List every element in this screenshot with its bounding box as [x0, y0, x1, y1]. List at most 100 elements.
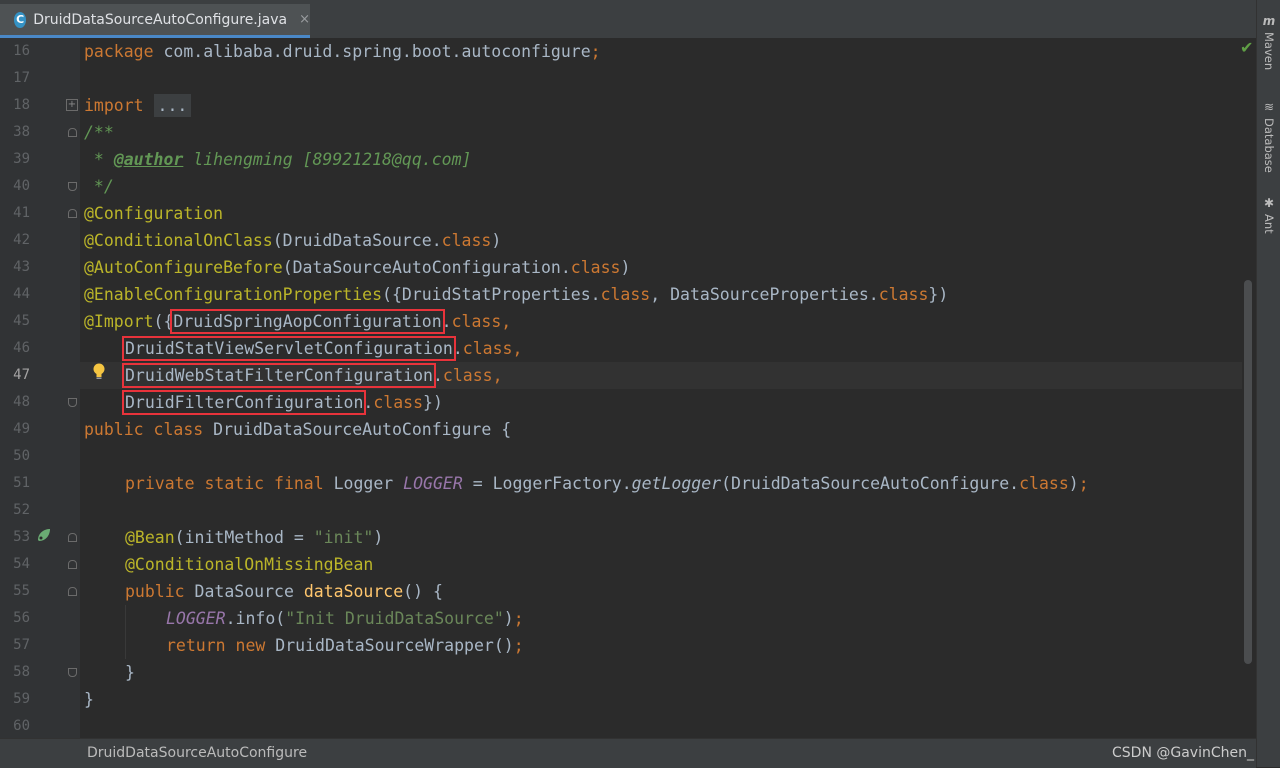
code-text: @Configuration [84, 204, 224, 223]
lightbulb-icon[interactable] [92, 362, 106, 380]
code-text: /** [84, 123, 114, 142]
line-number: 18 [13, 97, 30, 113]
line-number: 39 [13, 151, 30, 167]
inspection-ok-icon[interactable]: ✔ [1240, 38, 1253, 57]
fold-icon[interactable] [68, 209, 77, 218]
breadcrumb-bar: DruidDataSourceAutoConfigure CSDN @Gavin… [0, 738, 1256, 768]
line-number: 40 [13, 178, 30, 194]
line-number: 17 [13, 70, 30, 86]
code-line[interactable]: 51 private static final Logger LOGGER = … [0, 470, 1280, 497]
fold-icon[interactable] [68, 587, 77, 596]
code-line[interactable]: 50 [0, 443, 1280, 470]
line-number: 47 [13, 367, 30, 383]
line-number: 54 [13, 556, 30, 572]
line-number: 16 [13, 43, 30, 59]
fold-icon[interactable] [68, 128, 77, 137]
code-text: import ... [84, 92, 192, 119]
highlighted-class-name: DruidWebStatFilterConfiguration [122, 363, 436, 388]
java-class-icon: C [14, 11, 27, 28]
fold-expand-icon[interactable]: + [66, 99, 78, 111]
fold-icon[interactable] [68, 533, 77, 542]
right-tool-window-bar: m Maven ≋ Database ✱ Ant [1256, 0, 1280, 767]
code-line[interactable]: 42 @ConditionalOnClass(DruidDataSource.c… [0, 227, 1280, 254]
watermark: CSDN @GavinChen_ [1112, 745, 1254, 761]
code-line[interactable]: 58 } [0, 659, 1280, 686]
code-line[interactable]: 17 [0, 65, 1280, 92]
ant-label: Ant [1262, 214, 1276, 234]
code-text: public class DruidDataSourceAutoConfigur… [84, 420, 512, 439]
maven-panel-button[interactable]: m Maven [1257, 14, 1280, 70]
code-text: public DataSource dataSource() { [125, 582, 443, 601]
line-number: 45 [13, 313, 30, 329]
code-text: DruidStatViewServletConfiguration.class, [122, 336, 523, 361]
ant-panel-button[interactable]: ✱ Ant [1257, 196, 1280, 234]
code-line[interactable]: 40 */ [0, 173, 1280, 200]
code-text: package com.alibaba.druid.spring.boot.au… [84, 42, 601, 61]
code-line[interactable]: 53 @Bean(initMethod = "init") [0, 524, 1280, 551]
fold-icon[interactable] [68, 398, 77, 407]
code-text: @AutoConfigureBefore(DataSourceAutoConfi… [84, 258, 631, 277]
highlighted-class-name: DruidFilterConfiguration [121, 390, 367, 415]
code-text: @ConditionalOnClass(DruidDataSource.clas… [84, 231, 502, 250]
line-number: 53 [13, 529, 30, 545]
tab-filename: DruidDataSourceAutoConfigure.java [33, 11, 288, 28]
code-line[interactable]: 46 DruidStatViewServletConfiguration.cla… [0, 335, 1280, 362]
database-icon: ≋ [1263, 100, 1275, 114]
fold-icon[interactable] [68, 182, 77, 191]
line-number: 59 [13, 691, 30, 707]
scrollbar-thumb[interactable] [1244, 280, 1252, 664]
code-line[interactable]: 55 public DataSource dataSource() { [0, 578, 1280, 605]
maven-icon: m [1262, 14, 1276, 28]
code-text: DruidWebStatFilterConfiguration.class, [122, 363, 503, 388]
fold-icon[interactable] [68, 668, 77, 677]
code-line[interactable]: 54 @ConditionalOnMissingBean [0, 551, 1280, 578]
code-line[interactable]: 38 /** [0, 119, 1280, 146]
code-line[interactable]: 56 LOGGER.info("Init DruidDataSource"); [0, 605, 1280, 632]
code-text: } [125, 663, 135, 682]
code-line[interactable]: 43 @AutoConfigureBefore(DataSourceAutoCo… [0, 254, 1280, 281]
code-text: private static final Logger LOGGER = Log… [125, 474, 1089, 493]
code-line[interactable]: 39 * @author lihengming [89921218@qq.com… [0, 146, 1280, 173]
code-text: @Bean(initMethod = "init") [125, 528, 384, 547]
code-text: LOGGER.info("Init DruidDataSource"); [166, 609, 524, 628]
code-line[interactable]: 59 } [0, 686, 1280, 713]
code-line[interactable]: 44 @EnableConfigurationProperties({Druid… [0, 281, 1280, 308]
highlighted-class-name: DruidSpringAopConfiguration [170, 309, 445, 334]
code-line[interactable]: 49 public class DruidDataSourceAutoConfi… [0, 416, 1280, 443]
line-number: 42 [13, 232, 30, 248]
line-number: 58 [13, 664, 30, 680]
editor-tab[interactable]: C DruidDataSourceAutoConfigure.java × [0, 4, 310, 38]
line-number: 41 [13, 205, 30, 221]
code-text: @EnableConfigurationProperties({DruidSta… [84, 285, 949, 304]
line-number: 55 [13, 583, 30, 599]
database-panel-button[interactable]: ≋ Database [1257, 100, 1280, 173]
code-line[interactable]: 45 @Import({DruidSpringAopConfiguration.… [0, 308, 1280, 335]
code-line[interactable]: 16 package com.alibaba.druid.spring.boot… [0, 38, 1280, 65]
database-label: Database [1262, 118, 1276, 173]
line-number: 51 [13, 475, 30, 491]
line-number: 56 [13, 610, 30, 626]
code-line[interactable]: 60 [0, 713, 1280, 740]
line-number: 60 [13, 718, 30, 734]
folded-imports[interactable]: ... [153, 94, 192, 117]
spring-bean-icon[interactable] [36, 527, 52, 543]
code-line[interactable]: 52 [0, 497, 1280, 524]
line-number: 44 [13, 286, 30, 302]
code-text: @ConditionalOnMissingBean [125, 555, 374, 574]
line-number: 52 [13, 502, 30, 518]
editor-tab-bar: C DruidDataSourceAutoConfigure.java × [0, 0, 1256, 39]
line-number: 50 [13, 448, 30, 464]
code-line[interactable]: 18 + import ... [0, 92, 1280, 119]
code-line[interactable]: 41 @Configuration [0, 200, 1280, 227]
breadcrumb[interactable]: DruidDataSourceAutoConfigure [87, 739, 307, 768]
fold-icon[interactable] [68, 560, 77, 569]
code-text: DruidFilterConfiguration.class}) [121, 390, 443, 415]
line-number: 38 [13, 124, 30, 140]
code-line[interactable]: 47 DruidWebStatFilterConfiguration.class… [0, 362, 1280, 389]
code-line[interactable]: 48 DruidFilterConfiguration.class}) [0, 389, 1280, 416]
line-number: 48 [13, 394, 30, 410]
code-line[interactable]: 57 return new DruidDataSourceWrapper(); [0, 632, 1280, 659]
close-icon[interactable]: × [299, 12, 310, 27]
highlighted-class-name: DruidStatViewServletConfiguration [122, 336, 456, 361]
code-text: @Import({DruidSpringAopConfiguration.cla… [84, 309, 512, 334]
